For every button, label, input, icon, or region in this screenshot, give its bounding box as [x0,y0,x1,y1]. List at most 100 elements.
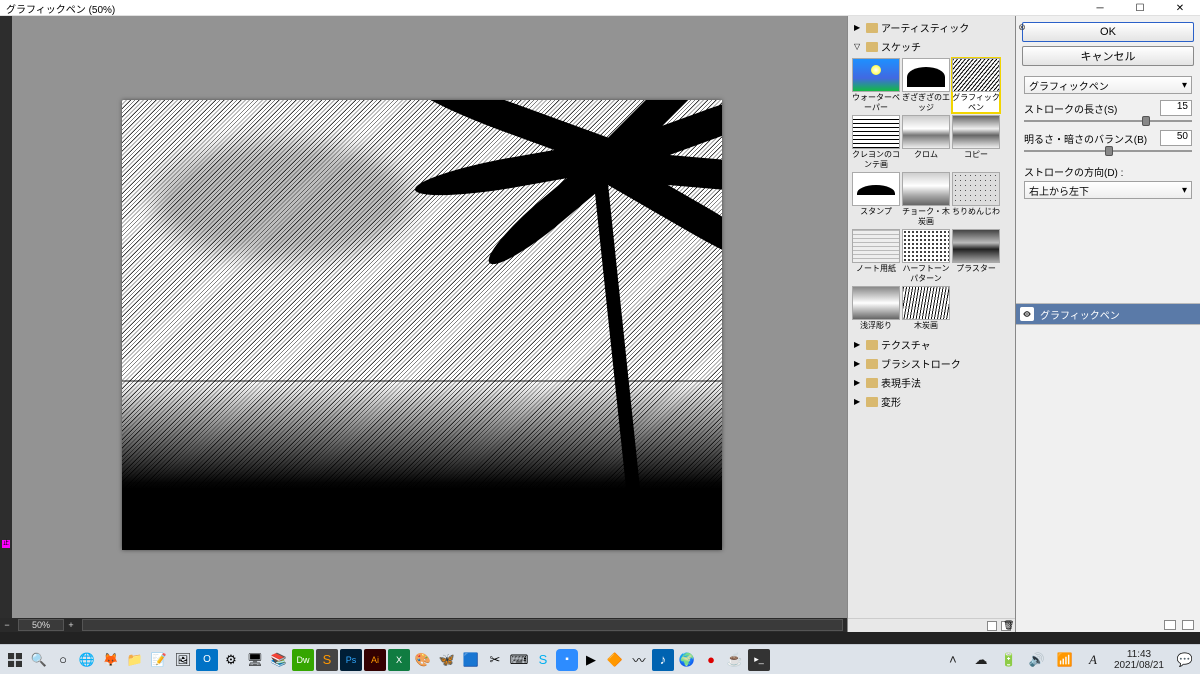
stroke-length-input[interactable]: 15 [1160,100,1192,116]
close-button[interactable]: ✕ [1160,0,1200,16]
category-distort[interactable]: ▶変形 [850,392,1013,411]
filter-thumb-conte-crayon[interactable]: クレヨンのコンテ画 [852,115,900,170]
minimize-button[interactable]: ─ [1080,0,1120,16]
cmd-icon[interactable]: ▸_ [748,649,770,671]
paint-icon[interactable]: 🎨 [412,649,434,671]
effect-layer-name: グラフィックペン [1040,307,1120,322]
filter-select[interactable]: グラフィックペン ▾ [1024,76,1192,94]
search-icon[interactable]: 🔍 [28,649,50,671]
clock[interactable]: 11:43 2021/08/21 [1110,649,1168,671]
keyboard-icon[interactable]: ⌨ [508,649,530,671]
filter-thumb-note-paper[interactable]: ノート用紙 [852,229,900,284]
category-stylize[interactable]: ▶表現手法 [850,373,1013,392]
ok-button[interactable]: OK [1022,22,1194,42]
photoshop-icon[interactable]: Ps [340,649,362,671]
outlook-icon[interactable]: O [196,649,218,671]
balance-input[interactable]: 50 [1160,130,1192,146]
stop-marker: 止 [2,540,10,548]
new-layer-icon[interactable] [1164,620,1176,630]
collapse-toggle[interactable]: ⊗ [1016,16,1028,39]
visibility-toggle[interactable] [1020,307,1034,321]
msn-icon[interactable]: 🟦 [460,649,482,671]
excel-icon[interactable]: X [388,649,410,671]
category-brush-strokes[interactable]: ▶ブラシストローク [850,354,1013,373]
effect-layer-row[interactable]: グラフィックペン [1016,304,1200,324]
zoom-app-icon[interactable]: ▪ [556,649,578,671]
folder-icon [866,397,878,407]
filter-thumb-reticulation[interactable]: ちりめんじわ [952,172,1000,227]
snip-icon[interactable]: ✂ [484,649,506,671]
settings-icon[interactable]: ⚙ [220,649,242,671]
filter-thumb-water-paper[interactable]: ウォーターペーパー [852,58,900,113]
h-scrollbar[interactable] [82,619,843,631]
category-texture[interactable]: ▶テクスチャ [850,335,1013,354]
category-label: 表現手法 [881,375,921,390]
folder-icon [866,340,878,350]
screen-sketch-icon[interactable]: 🖥 [244,649,266,671]
folder-icon [866,378,878,388]
record-icon[interactable]: ● [700,649,722,671]
photos-icon[interactable]: 🖼 [172,649,194,671]
category-label: 変形 [881,394,901,409]
filter-thumb-stamp[interactable]: スタンプ [852,172,900,227]
filter-thumb-halftone[interactable]: ハーフトーンパターン [902,229,950,284]
start-button[interactable] [4,649,26,671]
effect-layers-panel: グラフィックペン [1016,303,1200,325]
direction-select-value: 右上から左下 [1029,183,1089,198]
chrome-icon[interactable]: 🌐 [76,649,98,671]
direction-select[interactable]: 右上から左下 ▾ [1024,181,1192,199]
trash-icon[interactable] [1182,620,1194,630]
music-icon[interactable]: ♪ [652,649,674,671]
wifi-icon[interactable]: 📶 [1054,649,1076,671]
volume-icon[interactable]: 🔊 [1026,649,1048,671]
onedrive-icon[interactable]: ☁ [970,649,992,671]
notepad-icon[interactable]: 📝 [148,649,170,671]
globe-icon[interactable]: 🌍 [676,649,698,671]
app-status-strip [0,632,1200,644]
folder-icon [866,42,878,52]
illustrator-icon[interactable]: Ai [364,649,386,671]
stroke-length-slider[interactable] [1024,118,1192,124]
filter-thumb-bas-relief[interactable]: 浅浮彫り [852,286,900,331]
cortana-icon[interactable]: ○ [52,649,74,671]
gallery-footer: 🗑 [848,618,1015,632]
filter-thumb-torn-edges[interactable]: ぎざぎざのエッジ [902,58,950,113]
filter-thumb-chrome[interactable]: クロム [902,115,950,170]
eye-icon [1022,309,1032,319]
library-icon[interactable]: 📚 [268,649,290,671]
dreamweaver-icon[interactable]: Dw [292,649,314,671]
filter-thumb-plaster[interactable]: プラスター [952,229,1000,284]
vlc-icon[interactable]: 🔶 [604,649,626,671]
sublime-icon[interactable]: S [316,649,338,671]
category-sketch[interactable]: ▽スケッチ [850,37,1013,56]
filter-thumb-photocopy[interactable]: コピー [952,115,1000,170]
filter-thumb-charcoal[interactable]: 木炭画 [902,286,950,331]
clock-time: 11:43 [1114,649,1164,660]
cancel-button[interactable]: キャンセル [1022,46,1194,66]
explorer-icon[interactable]: 📁 [124,649,146,671]
new-effect-layer-button[interactable] [987,621,997,631]
category-artistic[interactable]: ▶アーティスティック [850,18,1013,37]
battery-icon[interactable]: 🔋 [998,649,1020,671]
skype-icon[interactable]: S [532,649,554,671]
zoom-input[interactable]: 50% [18,619,64,631]
filter-thumb-chalk-charcoal[interactable]: チョーク・木炭画 [902,172,950,227]
stroke-length-label: ストロークの長さ(S) [1024,101,1117,116]
java-icon[interactable]: ☕ [724,649,746,671]
maximize-button[interactable]: ☐ [1120,0,1160,16]
ime-icon[interactable]: A [1082,649,1104,671]
filter-thumb-graphic-pen[interactable]: グラフィックペン [952,58,1000,113]
notifications-icon[interactable]: 💬 [1174,649,1196,671]
balance-slider[interactable] [1024,148,1192,154]
butterfly-icon[interactable]: 🦋 [436,649,458,671]
delete-effect-layer-button[interactable]: 🗑 [1001,621,1011,631]
preview-image[interactable] [122,100,722,550]
wave-icon[interactable]: 〰 [628,649,650,671]
window-title: グラフィックペン (50%) [6,5,115,16]
media-player-icon[interactable]: ▶ [580,649,602,671]
filter-gallery-panel: ▶アーティスティック ▽スケッチ ウォーターペーパー ぎざぎざのエッジ グラフィ… [847,16,1016,632]
firefox-icon[interactable]: 🦊 [100,649,122,671]
tray-chevron-icon[interactable]: ˄ [942,649,964,671]
chevron-down-icon: ▾ [1182,80,1187,91]
sketch-thumbnails: ウォーターペーパー ぎざぎざのエッジ グラフィックペン クレヨンのコンテ画 クロ… [850,56,1013,335]
